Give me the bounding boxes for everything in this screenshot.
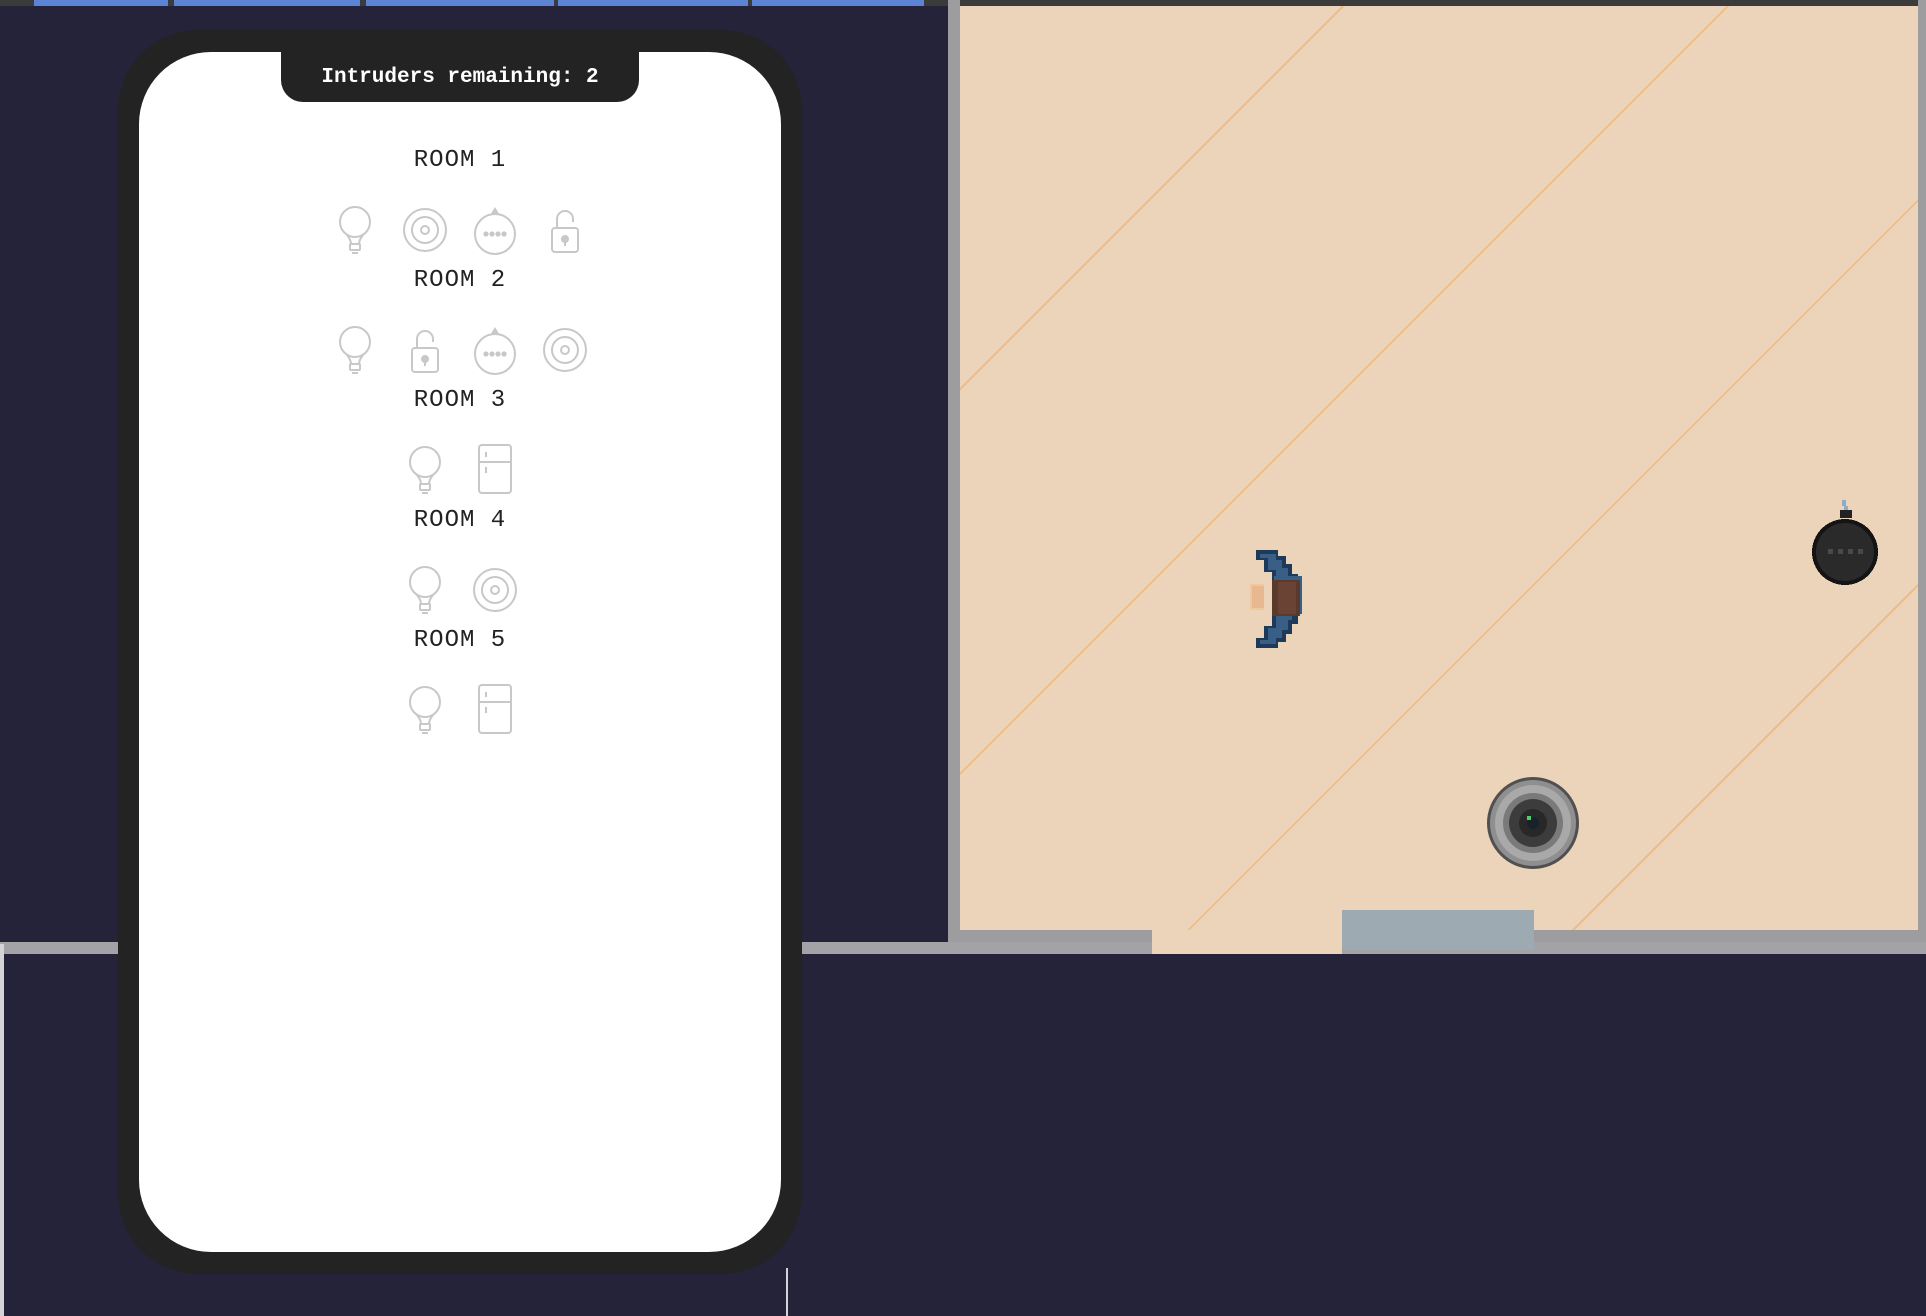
room-wall-bottom bbox=[960, 930, 1152, 942]
device-row bbox=[139, 564, 781, 616]
room-title: ROOM 4 bbox=[413, 507, 507, 534]
lightbulb-icon[interactable] bbox=[331, 324, 379, 376]
progress-segment bbox=[752, 0, 924, 6]
room-title: ROOM 5 bbox=[413, 627, 507, 654]
door[interactable] bbox=[1342, 910, 1534, 950]
progress-segment bbox=[174, 0, 360, 6]
robot-vacuum bbox=[1484, 774, 1582, 872]
device-row bbox=[139, 204, 781, 256]
smart-speaker-icon[interactable] bbox=[471, 564, 519, 616]
intruders-remaining-label: Intruders remaining: 2 bbox=[281, 52, 639, 102]
room-floor bbox=[960, 6, 1920, 930]
room-wall-left bbox=[948, 0, 960, 942]
room-section: ROOM 5 bbox=[139, 624, 781, 736]
lightbulb-icon[interactable] bbox=[401, 564, 449, 616]
player-character bbox=[1250, 546, 1310, 652]
room-title: ROOM 3 bbox=[413, 387, 507, 414]
smart-speaker-icon[interactable] bbox=[401, 204, 449, 256]
lock-icon[interactable] bbox=[541, 204, 589, 256]
room-section: ROOM 3 bbox=[139, 384, 781, 496]
room-section: ROOM 2 bbox=[139, 264, 781, 376]
device-row bbox=[139, 324, 781, 376]
progress-segment bbox=[34, 0, 168, 6]
room-title: ROOM 1 bbox=[413, 147, 507, 174]
room-wall-right bbox=[1918, 0, 1926, 954]
smart-speaker-icon[interactable] bbox=[541, 324, 589, 376]
progress-segment bbox=[366, 0, 554, 6]
corridor-edge bbox=[786, 1268, 788, 1316]
fridge-icon[interactable] bbox=[471, 444, 519, 496]
room-title: ROOM 2 bbox=[413, 267, 507, 294]
lock-icon[interactable] bbox=[401, 324, 449, 376]
robot-vacuum-icon[interactable] bbox=[471, 204, 519, 256]
device-row bbox=[139, 444, 781, 496]
lightbulb-icon[interactable] bbox=[401, 444, 449, 496]
bomb bbox=[1808, 500, 1878, 586]
room-section: ROOM 1 bbox=[139, 144, 781, 256]
doorway bbox=[1152, 930, 1342, 954]
room-section: ROOM 4 bbox=[139, 504, 781, 616]
robot-vacuum-icon[interactable] bbox=[471, 324, 519, 376]
phone-screen: Intruders remaining: 2 ROOM 1 ROOM 2 ROOM … bbox=[139, 52, 781, 1252]
corridor-edge bbox=[0, 944, 4, 1316]
progress-segment bbox=[558, 0, 748, 6]
device-row bbox=[139, 684, 781, 736]
lightbulb-icon[interactable] bbox=[331, 204, 379, 256]
fridge-icon[interactable] bbox=[471, 684, 519, 736]
lightbulb-icon[interactable] bbox=[401, 684, 449, 736]
